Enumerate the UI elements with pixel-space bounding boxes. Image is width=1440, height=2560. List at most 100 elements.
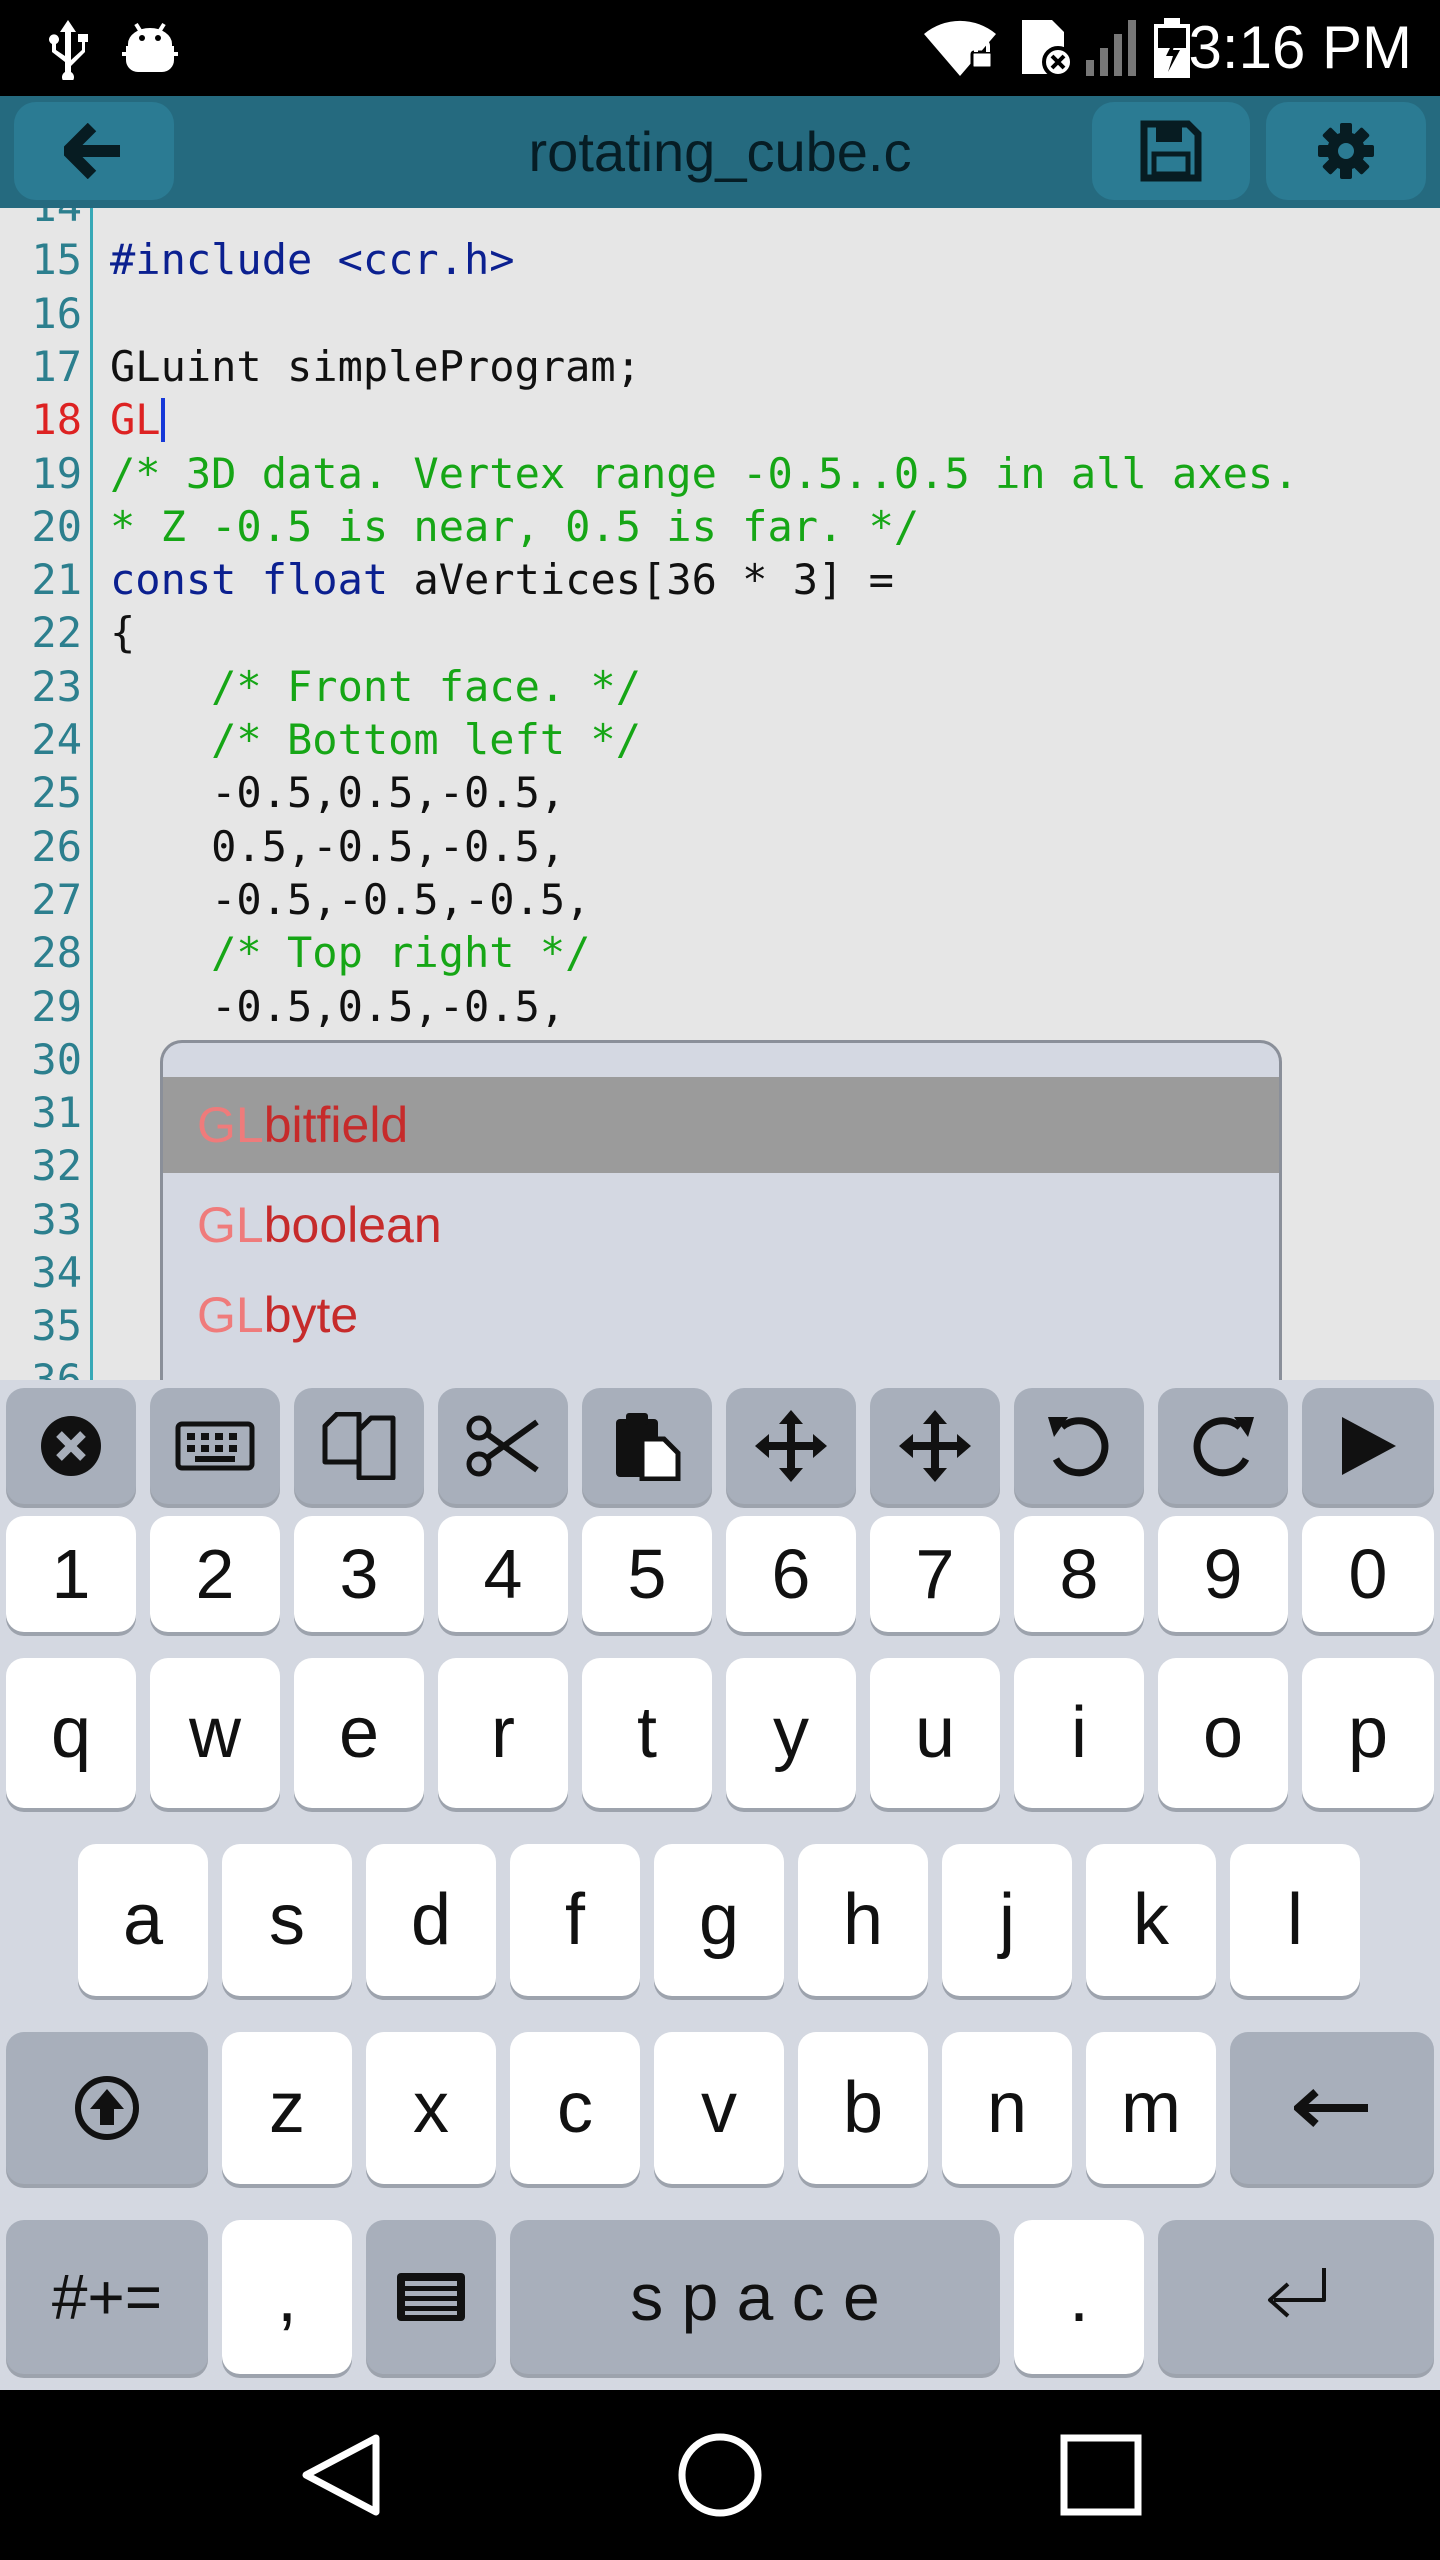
key-g[interactable]: g xyxy=(654,1844,784,1996)
key-2[interactable]: 2 xyxy=(150,1516,280,1632)
key-p[interactable]: p xyxy=(1302,1658,1434,1808)
key-label: q xyxy=(50,1693,92,1773)
paste-key[interactable] xyxy=(582,1388,712,1504)
key-label: 6 xyxy=(771,1535,811,1613)
key-0[interactable]: 0 xyxy=(1302,1516,1434,1632)
save-button[interactable] xyxy=(1092,102,1250,200)
line-number: 31 xyxy=(31,1088,82,1138)
autocomplete-item[interactable]: GLboolean xyxy=(163,1177,1279,1273)
redo-key[interactable] xyxy=(1158,1388,1288,1504)
code-line: /* Front face. */ xyxy=(110,661,642,711)
code-line: -0.5,0.5,-0.5, xyxy=(110,981,566,1031)
run-key[interactable] xyxy=(1302,1388,1434,1504)
key-i[interactable]: i xyxy=(1014,1658,1144,1808)
keyboard-icon xyxy=(175,1421,255,1471)
select-move-key[interactable] xyxy=(870,1388,1000,1504)
close-keyboard-key[interactable] xyxy=(6,1388,136,1504)
key-x[interactable]: x xyxy=(366,2032,496,2184)
key-v[interactable]: v xyxy=(654,2032,784,2184)
code-line: { xyxy=(110,608,136,658)
key-d[interactable]: d xyxy=(366,1844,496,1996)
signal-icon xyxy=(1086,20,1136,76)
comma-key[interactable]: , xyxy=(222,2220,352,2374)
autocomplete-item-selected[interactable]: GLbitfield xyxy=(163,1077,1279,1173)
key-w[interactable]: w xyxy=(150,1658,280,1808)
key-b[interactable]: b xyxy=(798,2032,928,2184)
play-icon xyxy=(1342,1417,1396,1475)
keyword: float xyxy=(261,555,389,605)
typed-text: GL xyxy=(110,395,161,445)
key-k[interactable]: k xyxy=(1086,1844,1216,1996)
period-key[interactable]: . xyxy=(1014,2220,1144,2374)
keyboard-toggle-key[interactable] xyxy=(150,1388,280,1504)
key-label: e xyxy=(338,1693,380,1773)
key-r[interactable]: r xyxy=(438,1658,568,1808)
line-number: 25 xyxy=(31,768,82,818)
text-caret xyxy=(160,398,165,443)
input-method-key[interactable] xyxy=(366,2220,496,2374)
backspace-key[interactable] xyxy=(1230,2032,1434,2184)
key-m[interactable]: m xyxy=(1086,2032,1216,2184)
clock: 3:16 PM xyxy=(1188,14,1412,81)
back-triangle-icon[interactable] xyxy=(296,2430,386,2520)
code-line: -0.5,-0.5,-0.5, xyxy=(110,874,591,924)
key-c[interactable]: c xyxy=(510,2032,640,2184)
key-u[interactable]: u xyxy=(870,1658,1000,1808)
key-label: j xyxy=(999,1880,1015,1960)
cut-key[interactable] xyxy=(438,1388,568,1504)
key-5[interactable]: 5 xyxy=(582,1516,712,1632)
code-text: aVertices[36 * 3] = xyxy=(388,555,894,605)
line-number: 14 xyxy=(0,208,82,233)
recents-square-icon[interactable] xyxy=(1056,2430,1146,2520)
line-number: 34 xyxy=(31,1248,82,1297)
arrow-left-icon xyxy=(64,123,120,179)
key-t[interactable]: t xyxy=(582,1658,712,1808)
key-n[interactable]: n xyxy=(942,2032,1072,2184)
key-label: s xyxy=(269,1880,305,1960)
key-8[interactable]: 8 xyxy=(1014,1516,1144,1632)
key-l[interactable]: l xyxy=(1230,1844,1360,1996)
wifi-icon xyxy=(924,20,996,76)
key-h[interactable]: h xyxy=(798,1844,928,1996)
key-f[interactable]: f xyxy=(510,1844,640,1996)
key-label: f xyxy=(564,1880,585,1960)
key-label: y xyxy=(773,1693,809,1773)
status-bar: 3:16 PM xyxy=(0,0,1440,96)
code-line: * Z -0.5 is near, 0.5 is far. */ xyxy=(110,501,920,551)
space-key[interactable]: s p a c e xyxy=(510,2220,1000,2374)
soft-keyboard: 1 2 3 4 5 6 7 8 9 0 q w e r t y u i o p … xyxy=(0,1380,1440,2390)
key-label: p xyxy=(1347,1693,1389,1773)
key-j[interactable]: j xyxy=(942,1844,1072,1996)
undo-key[interactable] xyxy=(1014,1388,1144,1504)
key-s[interactable]: s xyxy=(222,1844,352,1996)
app-toolbar: rotating_cube.c xyxy=(0,96,1440,208)
back-button[interactable] xyxy=(14,102,174,200)
code-line: const float aVertices[36 * 3] = xyxy=(110,553,894,606)
key-6[interactable]: 6 xyxy=(726,1516,856,1632)
home-circle-icon[interactable] xyxy=(675,2430,765,2520)
key-q[interactable]: q xyxy=(6,1658,136,1808)
autocomplete-item[interactable]: GLbyte xyxy=(163,1267,1279,1363)
close-icon xyxy=(41,1416,101,1476)
copy-key[interactable] xyxy=(294,1388,424,1504)
key-label: 8 xyxy=(1059,1535,1099,1613)
key-o[interactable]: o xyxy=(1158,1658,1288,1808)
key-y[interactable]: y xyxy=(726,1658,856,1808)
key-a[interactable]: a xyxy=(78,1844,208,1996)
move-cursor-key[interactable] xyxy=(726,1388,856,1504)
settings-button[interactable] xyxy=(1266,102,1426,200)
line-number: 20 xyxy=(31,501,82,551)
key-e[interactable]: e xyxy=(294,1658,424,1808)
symbols-key[interactable]: #+= xyxy=(6,2220,208,2374)
key-4[interactable]: 4 xyxy=(438,1516,568,1632)
key-7[interactable]: 7 xyxy=(870,1516,1000,1632)
key-3[interactable]: 3 xyxy=(294,1516,424,1632)
key-1[interactable]: 1 xyxy=(6,1516,136,1632)
key-9[interactable]: 9 xyxy=(1158,1516,1288,1632)
key-label: r xyxy=(491,1693,515,1773)
enter-icon xyxy=(1268,2268,1326,2318)
key-z[interactable]: z xyxy=(222,2032,352,2184)
line-number: 27 xyxy=(31,874,82,924)
enter-key[interactable] xyxy=(1158,2220,1434,2374)
shift-key[interactable] xyxy=(6,2032,208,2184)
